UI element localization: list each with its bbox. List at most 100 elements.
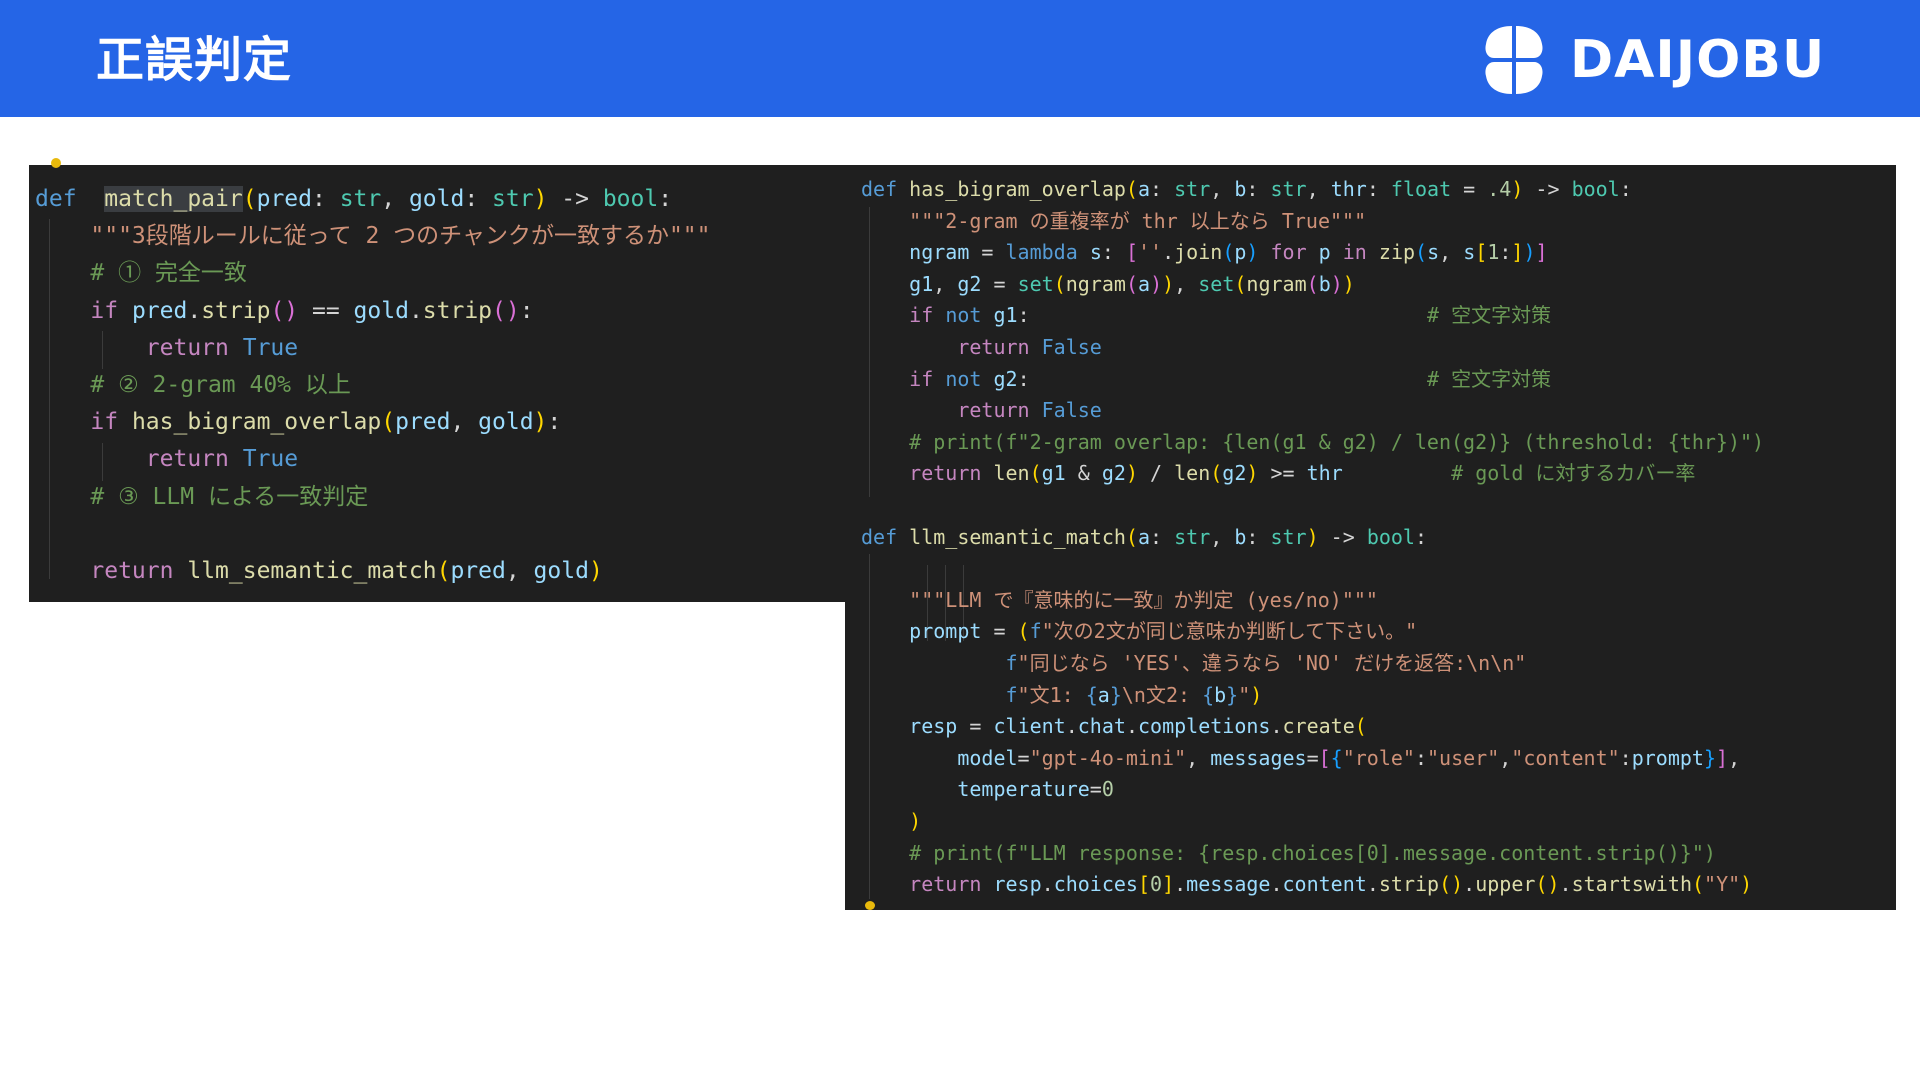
code-token: () <box>492 297 520 324</box>
code-token: } <box>1226 682 1239 707</box>
code-line[interactable]: if not g2: # 空文字対策 <box>861 364 1551 395</box>
code-token: . <box>1559 872 1572 897</box>
code-line[interactable]: # print(f"2-gram overlap: {len(g1 & g2) … <box>861 427 1764 458</box>
code-line[interactable]: f"文1: {a}\n文2: {b}") <box>861 680 1263 711</box>
code-token: False <box>1041 335 1102 359</box>
code-token: strip <box>201 297 271 324</box>
code-token: , <box>1210 524 1235 549</box>
code-token: messages <box>1210 745 1307 770</box>
code-token: ( <box>436 558 451 584</box>
code-token: . <box>1162 240 1175 265</box>
code-line[interactable]: f"同じなら 'YES'、違うなら 'NO' だけを返答:\n\n" <box>861 648 1527 679</box>
code-line[interactable]: resp = client.chat.completions.create( <box>861 711 1367 742</box>
code-editor-match-pair[interactable]: def match_pair(pred: str, gold: str) -> … <box>29 165 845 602</box>
code-token: in <box>1342 240 1367 265</box>
daijobu-logo-icon <box>1485 26 1543 94</box>
code-token: { <box>1085 682 1098 707</box>
code-token: "user" <box>1427 745 1500 770</box>
code-token: ( <box>242 186 257 212</box>
code-line[interactable]: return len(g1 & g2) / len(g2) >= thr # g… <box>861 458 1695 489</box>
lightbulb-icon[interactable] <box>865 901 875 910</box>
code-token: thr <box>1330 177 1367 201</box>
code-line[interactable]: """LLM で『意味的に一致』か判定 (yes/no)""" <box>861 585 1378 616</box>
code-token: f <box>1005 682 1018 707</box>
code-token: ] <box>1535 240 1548 265</box>
code-line[interactable]: temperature=0 <box>861 774 1114 805</box>
code-line[interactable]: if has_bigram_overlap(pred, gold): <box>35 404 561 441</box>
code-line[interactable]: ngram = lambda s: [''.join(p) for p in z… <box>861 237 1548 268</box>
code-token: ( <box>1029 461 1042 486</box>
code-line[interactable]: """2-gram の重複率が thr 以上なら True""" <box>861 206 1366 237</box>
code-token: ( <box>1017 619 1030 644</box>
code-token: ngram <box>909 240 970 265</box>
code-token: 0 <box>1150 872 1163 897</box>
code-token: -> <box>1523 177 1572 201</box>
code-token: = <box>981 619 1018 644</box>
code-line[interactable]: def llm_semantic_match(a: str, b: str) -… <box>861 522 1427 553</box>
code-token: . <box>1065 714 1078 739</box>
code-line[interactable]: ) <box>861 806 921 837</box>
code-line[interactable]: def match_pair(pred: str, gold: str) -> … <box>35 181 672 218</box>
code-token: client <box>993 714 1066 739</box>
code-token: ) <box>1125 461 1138 486</box>
code-line[interactable]: return True <box>35 330 298 367</box>
code-token: "content" <box>1511 745 1620 770</box>
code-line[interactable]: prompt = (f"次の2文が同じ意味か判断して下さい。" <box>861 616 1417 647</box>
code-token: has_bigram_overlap <box>131 409 382 436</box>
code-line[interactable]: return True <box>35 441 298 478</box>
code-token: model <box>957 745 1018 770</box>
code-line[interactable]: model="gpt-4o-mini", messages=[{"role":"… <box>861 743 1740 774</box>
code-line[interactable]: if pred.strip() == gold.strip(): <box>35 293 533 330</box>
code-token: return <box>145 334 229 361</box>
code-line[interactable]: return False <box>861 395 1102 426</box>
code-token: "次の2文が同じ意味か判断して下さい。" <box>1041 619 1418 644</box>
code-line[interactable]: """3段階ルールに従って 2 つのチャンクが一致するか""" <box>35 218 710 255</box>
code-line[interactable]: def has_bigram_overlap(a: str, b: str, t… <box>861 174 1632 205</box>
code-editor-helpers[interactable]: def has_bigram_overlap(a: str, b: str, t… <box>845 165 1896 910</box>
code-token: "文1: <box>1017 682 1086 707</box>
code-line[interactable]: return resp.choices[0].message.content.s… <box>861 869 1752 900</box>
code-token: # gold に対するカバー率 <box>1451 461 1696 486</box>
code-line[interactable]: # ② 2-gram 40% 以上 <box>35 367 350 404</box>
code-token: ( <box>1692 872 1705 897</box>
code-token: ) <box>533 409 548 436</box>
code-token: return <box>957 335 1030 359</box>
code-token: for <box>1270 240 1307 265</box>
code-token: def <box>35 186 77 212</box>
code-line[interactable]: # ① 完全一致 <box>35 255 247 292</box>
code-token: ] <box>1716 745 1729 770</box>
code-token: ) <box>1150 271 1163 296</box>
code-token: bool <box>602 186 659 212</box>
code-token: """2-gram の重複率が thr 以上なら True""" <box>909 208 1367 233</box>
page-title: 正誤判定 <box>96 32 293 88</box>
code-line[interactable]: # print(f"LLM response: {resp.choices[0]… <box>861 838 1716 869</box>
code-line[interactable]: # ③ LLM による一致判定 <box>35 479 368 516</box>
code-token: { <box>1330 745 1343 770</box>
code-token: g2 <box>957 271 982 296</box>
code-token: """LLM で『意味的に一致』か判定 (yes/no)""" <box>909 587 1378 612</box>
code-token: : <box>1150 177 1175 201</box>
code-token: zip <box>1378 240 1416 265</box>
code-line[interactable]: return llm_semantic_match(pred, gold) <box>35 553 602 590</box>
code-line[interactable]: if not g1: # 空文字対策 <box>861 300 1551 331</box>
code-token: str <box>492 186 534 212</box>
code-line[interactable]: return False <box>861 332 1102 363</box>
code-token: join <box>1174 240 1223 265</box>
code-token: prompt <box>909 619 982 644</box>
code-token: . <box>408 297 423 324</box>
code-line[interactable]: g1, g2 = set(ngram(a)), set(ngram(b)) <box>861 269 1355 300</box>
code-token: p <box>1234 240 1247 265</box>
lightbulb-icon[interactable] <box>51 158 61 168</box>
code-token: .4 <box>1487 177 1512 201</box>
code-token: temperature <box>957 777 1090 802</box>
